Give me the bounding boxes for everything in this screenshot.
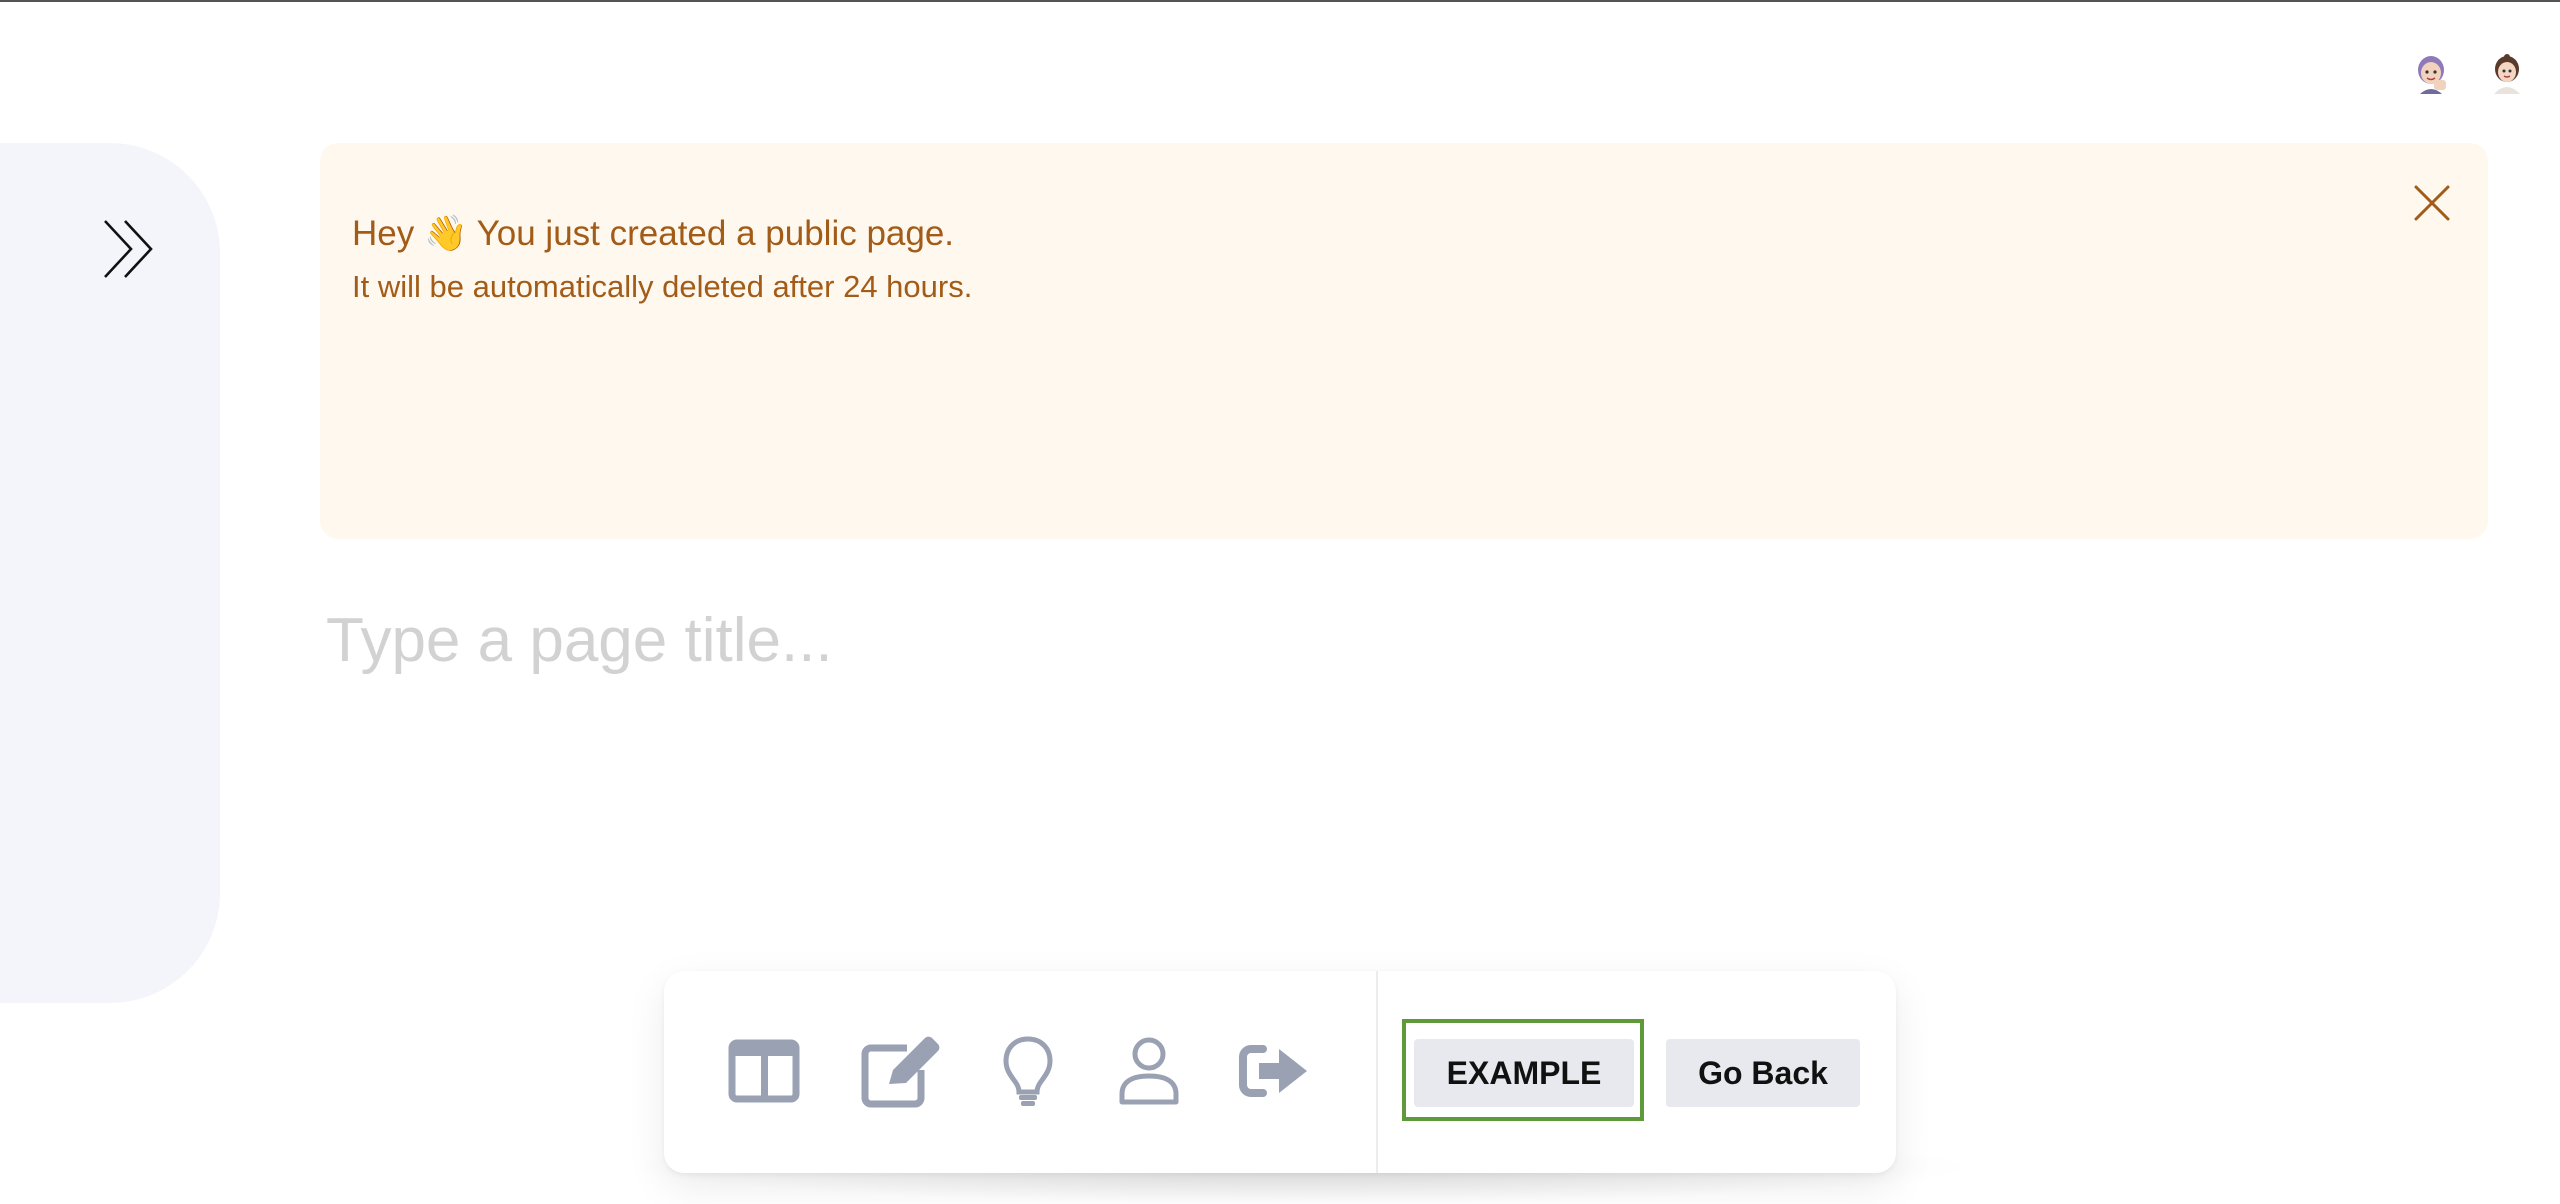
notice-title: Hey 👋 You just created a public page. [352,214,955,253]
layout-columns-icon [728,1039,800,1103]
close-icon [2414,185,2450,221]
page-title-input[interactable] [326,600,2326,680]
sign-out-icon [1239,1045,1307,1097]
bottom-toolbar: EXAMPLE Go Back [664,971,1896,1173]
ideas-button[interactable] [1000,1031,1056,1111]
sidebar-expand-button[interactable] [94,214,164,284]
example-button[interactable]: EXAMPLE [1414,1039,1634,1107]
go-back-button[interactable]: Go Back [1666,1039,1860,1107]
edit-button[interactable] [858,1031,944,1111]
sign-out-button[interactable] [1238,1031,1310,1111]
avatar[interactable] [2486,52,2528,94]
avatar-purple-hair-icon [2418,56,2446,94]
user-icon [1119,1037,1179,1105]
profile-button[interactable] [1116,1031,1182,1111]
window-top-border [0,0,2560,2]
notice-message: It will be automatically deleted after 2… [352,269,973,304]
avatar[interactable] [2410,52,2452,94]
lightbulb-icon [1003,1036,1053,1106]
layout-button[interactable] [726,1031,802,1111]
edit-icon [861,1036,940,1108]
notice-close-button[interactable] [2406,177,2458,229]
avatar-brown-hair-icon [2494,54,2520,94]
toolbar-divider [1376,971,1378,1173]
double-chevron-right-icon [104,220,153,278]
public-page-notice: Hey 👋 You just created a public page. It… [320,143,2488,539]
